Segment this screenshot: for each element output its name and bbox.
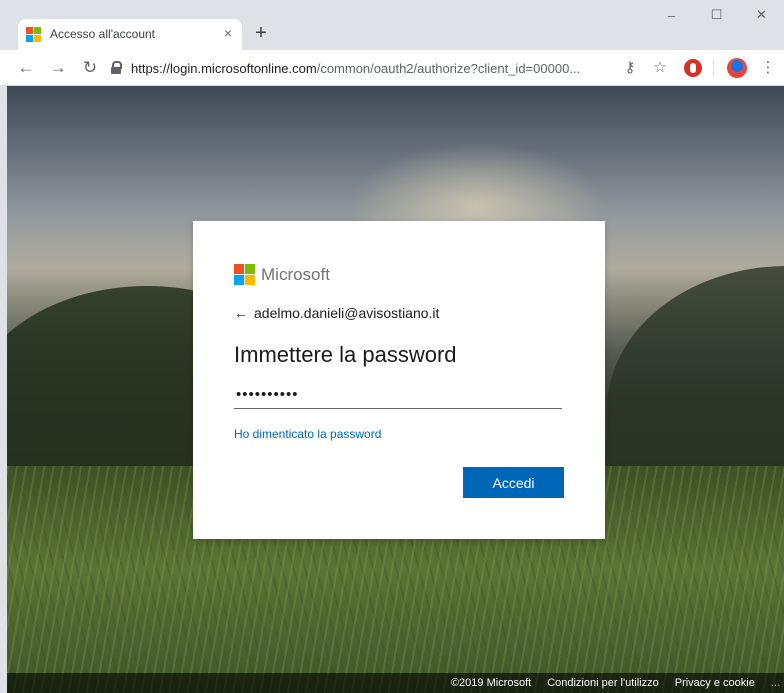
password-field[interactable] [234, 381, 562, 409]
close-window-button[interactable]: ✕ [739, 0, 784, 30]
footer-more-button[interactable]: ... [771, 677, 780, 689]
lock-icon[interactable] [110, 61, 122, 75]
forward-icon[interactable]: → [46, 56, 70, 80]
minimize-button[interactable]: – [649, 0, 694, 30]
back-icon[interactable]: ← [14, 56, 38, 80]
page-title: Immettere la password [234, 342, 457, 367]
address-bar[interactable]: https://login.microsoftonline.com/common… [110, 56, 670, 80]
footer-copyright: ©2019 Microsoft [450, 677, 532, 689]
footer-terms-link[interactable]: Condizioni per l'utilizzo [547, 677, 659, 689]
reload-icon[interactable]: ↻ [78, 56, 102, 80]
back-arrow-icon[interactable]: ← [234, 305, 248, 321]
extension-icon[interactable] [727, 58, 747, 78]
microsoft-squares-icon [234, 264, 255, 285]
url-host: https://login.microsoftonline.com [131, 60, 317, 76]
tab-active[interactable]: Accesso all'account × [18, 19, 242, 50]
menu-icon[interactable]: ⋮ [756, 56, 780, 80]
login-card: Microsoft ← adelmo.danieli@avisostiano.i… [193, 221, 605, 539]
browser-window: Accesso all'account × + – ☐ ✕ ← → ↻ http… [0, 0, 784, 693]
adblock-icon[interactable] [684, 59, 702, 77]
star-icon[interactable]: ☆ [648, 56, 672, 80]
identity-email: adelmo.danieli@avisostiano.it [254, 305, 440, 321]
page-content: Microsoft ← adelmo.danieli@avisostiano.i… [7, 86, 784, 693]
window-controls: – ☐ ✕ [649, 0, 784, 30]
browser-toolbar: ← → ↻ https://login.microsoftonline.com/… [0, 50, 784, 86]
microsoft-logo: Microsoft [234, 264, 330, 285]
url-text[interactable]: https://login.microsoftonline.com/common… [131, 61, 580, 76]
microsoft-favicon-icon [26, 27, 42, 43]
maximize-button[interactable]: ☐ [694, 0, 739, 30]
tab-close-icon[interactable]: × [220, 24, 236, 42]
key-icon[interactable]: ⚷ [618, 56, 642, 80]
footer-privacy-link[interactable]: Privacy e cookie [675, 677, 755, 689]
sign-in-button[interactable]: Accedi [463, 467, 564, 498]
identity-banner[interactable]: ← adelmo.danieli@avisostiano.it [234, 305, 439, 321]
toolbar-separator [713, 60, 714, 76]
url-path: /common/oauth2/authorize?client_id=00000… [316, 60, 581, 76]
brand-name: Microsoft [261, 264, 330, 284]
tab-strip: Accesso all'account × + – ☐ ✕ [0, 0, 784, 50]
forgot-password-link[interactable]: Ho dimenticato la password [234, 427, 381, 441]
new-tab-button[interactable]: + [250, 22, 272, 44]
tab-title: Accesso all'account [50, 27, 156, 41]
footer: ©2019 Microsoft Condizioni per l'utilizz… [7, 673, 784, 693]
